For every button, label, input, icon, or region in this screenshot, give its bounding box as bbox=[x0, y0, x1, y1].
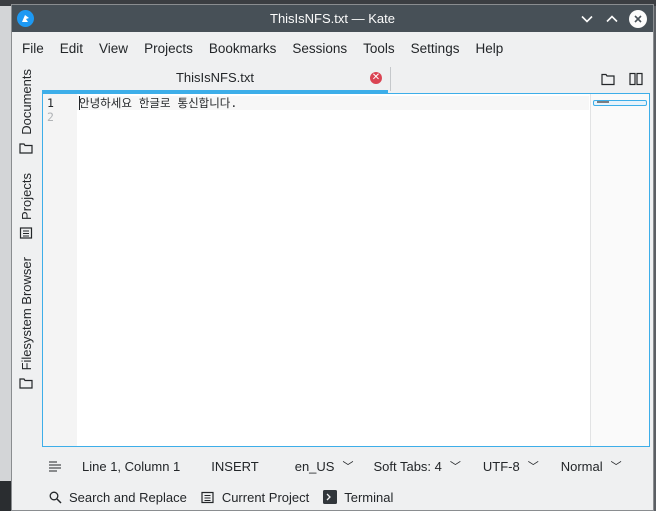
window-title: ThisIsNFS.txt — Kate bbox=[270, 11, 395, 26]
document-tab[interactable]: ThisIsNFS.txt ✕ bbox=[42, 65, 388, 93]
kate-app-icon[interactable] bbox=[17, 10, 34, 27]
tool-view-bar: Search and Replace Current Project Termi… bbox=[42, 485, 650, 509]
dictionary-value: en_US bbox=[294, 458, 335, 474]
text-editor[interactable]: 1 2 안녕하세요 한글로 통신합니다. bbox=[42, 93, 650, 447]
line-number: 2 bbox=[47, 110, 54, 124]
list-icon bbox=[201, 490, 215, 504]
sidebar-label-filesystem: Filesystem Browser bbox=[18, 257, 34, 371]
left-sidebar: Documents Projects Filesystem Browser bbox=[12, 65, 40, 395]
current-project-button[interactable]: Current Project bbox=[201, 490, 309, 505]
folder-icon bbox=[19, 378, 33, 390]
terminal-button[interactable]: Terminal bbox=[323, 490, 393, 505]
menu-settings[interactable]: Settings bbox=[403, 41, 468, 56]
chevron-down-icon: ﹀ bbox=[342, 461, 354, 473]
tab-divider bbox=[390, 67, 391, 91]
sidebar-tab-filesystem[interactable]: Filesystem Browser bbox=[12, 257, 40, 390]
sidebar-label-projects: Projects bbox=[18, 173, 34, 220]
folder-icon bbox=[601, 73, 615, 86]
line-number-gutter: 1 2 bbox=[43, 94, 77, 446]
chevron-down-icon: ﹀ bbox=[527, 461, 539, 473]
folder-icon bbox=[19, 143, 33, 154]
kate-window: ThisIsNFS.txt — Kate File Edit View Proj… bbox=[11, 4, 654, 511]
indent-value: Soft Tabs: 4 bbox=[373, 458, 442, 474]
terminal-icon bbox=[323, 490, 338, 504]
menu-bar: File Edit View Projects Bookmarks Sessio… bbox=[12, 32, 653, 65]
input-mode[interactable]: INSERT bbox=[211, 459, 258, 474]
title-bar[interactable]: ThisIsNFS.txt — Kate bbox=[12, 5, 653, 32]
indent-select[interactable]: Soft Tabs: 4 ﹀ bbox=[373, 458, 460, 474]
menu-file[interactable]: File bbox=[14, 41, 52, 56]
search-replace-button[interactable]: Search and Replace bbox=[48, 490, 187, 505]
editor-line[interactable]: 안녕하세요 한글로 통신합니다. bbox=[79, 96, 237, 110]
menu-projects[interactable]: Projects bbox=[136, 41, 201, 56]
syntax-mode-select[interactable]: Normal ﹀ bbox=[561, 458, 622, 474]
chevron-down-icon: ﹀ bbox=[610, 461, 622, 473]
close-tab-icon[interactable]: ✕ bbox=[370, 72, 382, 84]
tab-tools bbox=[590, 69, 646, 89]
minimize-button[interactable] bbox=[576, 8, 598, 30]
menu-lines-icon bbox=[49, 461, 61, 472]
sidebar-toggle-button[interactable] bbox=[48, 460, 62, 472]
document-tab-bar: ThisIsNFS.txt ✕ bbox=[42, 65, 646, 93]
encoding-select[interactable]: UTF-8 ﹀ bbox=[483, 458, 539, 474]
menu-bookmarks[interactable]: Bookmarks bbox=[201, 41, 285, 56]
text-caret bbox=[79, 96, 80, 110]
syntax-mode-value: Normal bbox=[560, 458, 603, 474]
menu-help[interactable]: Help bbox=[467, 41, 511, 56]
search-replace-label: Search and Replace bbox=[69, 489, 187, 505]
dictionary-select[interactable]: en_US ﹀ bbox=[295, 458, 354, 474]
chevron-up-icon bbox=[606, 15, 618, 23]
document-tab-label: ThisIsNFS.txt bbox=[175, 70, 254, 85]
line-number: 1 bbox=[47, 96, 54, 110]
cursor-position[interactable]: Line 1, Column 1 bbox=[82, 459, 180, 474]
encoding-value: UTF-8 bbox=[482, 458, 520, 474]
sidebar-tab-projects[interactable]: Projects bbox=[12, 173, 40, 240]
close-window-button[interactable] bbox=[629, 10, 647, 28]
search-icon bbox=[48, 490, 62, 504]
sidebar-label-documents: Documents bbox=[18, 69, 34, 135]
menu-view[interactable]: View bbox=[91, 41, 136, 56]
quick-open-button[interactable] bbox=[598, 69, 618, 89]
status-bar: Line 1, Column 1 INSERT en_US ﹀ Soft Tab… bbox=[42, 453, 650, 479]
minimap-scrollbar[interactable] bbox=[590, 94, 649, 446]
close-icon bbox=[634, 15, 642, 23]
chevron-down-icon bbox=[581, 15, 593, 23]
window-controls bbox=[573, 8, 647, 30]
maximize-button[interactable] bbox=[601, 8, 623, 30]
current-project-label: Current Project bbox=[221, 489, 310, 505]
menu-sessions[interactable]: Sessions bbox=[284, 41, 355, 56]
split-view-button[interactable] bbox=[626, 69, 646, 89]
list-icon bbox=[19, 227, 33, 239]
sidebar-tab-documents[interactable]: Documents bbox=[12, 69, 40, 155]
split-view-icon bbox=[629, 72, 643, 86]
minimap-text-preview bbox=[597, 101, 609, 103]
terminal-label: Terminal bbox=[344, 489, 394, 505]
chevron-down-icon: ﹀ bbox=[449, 461, 461, 473]
menu-edit[interactable]: Edit bbox=[52, 41, 91, 56]
menu-tools[interactable]: Tools bbox=[355, 41, 403, 56]
